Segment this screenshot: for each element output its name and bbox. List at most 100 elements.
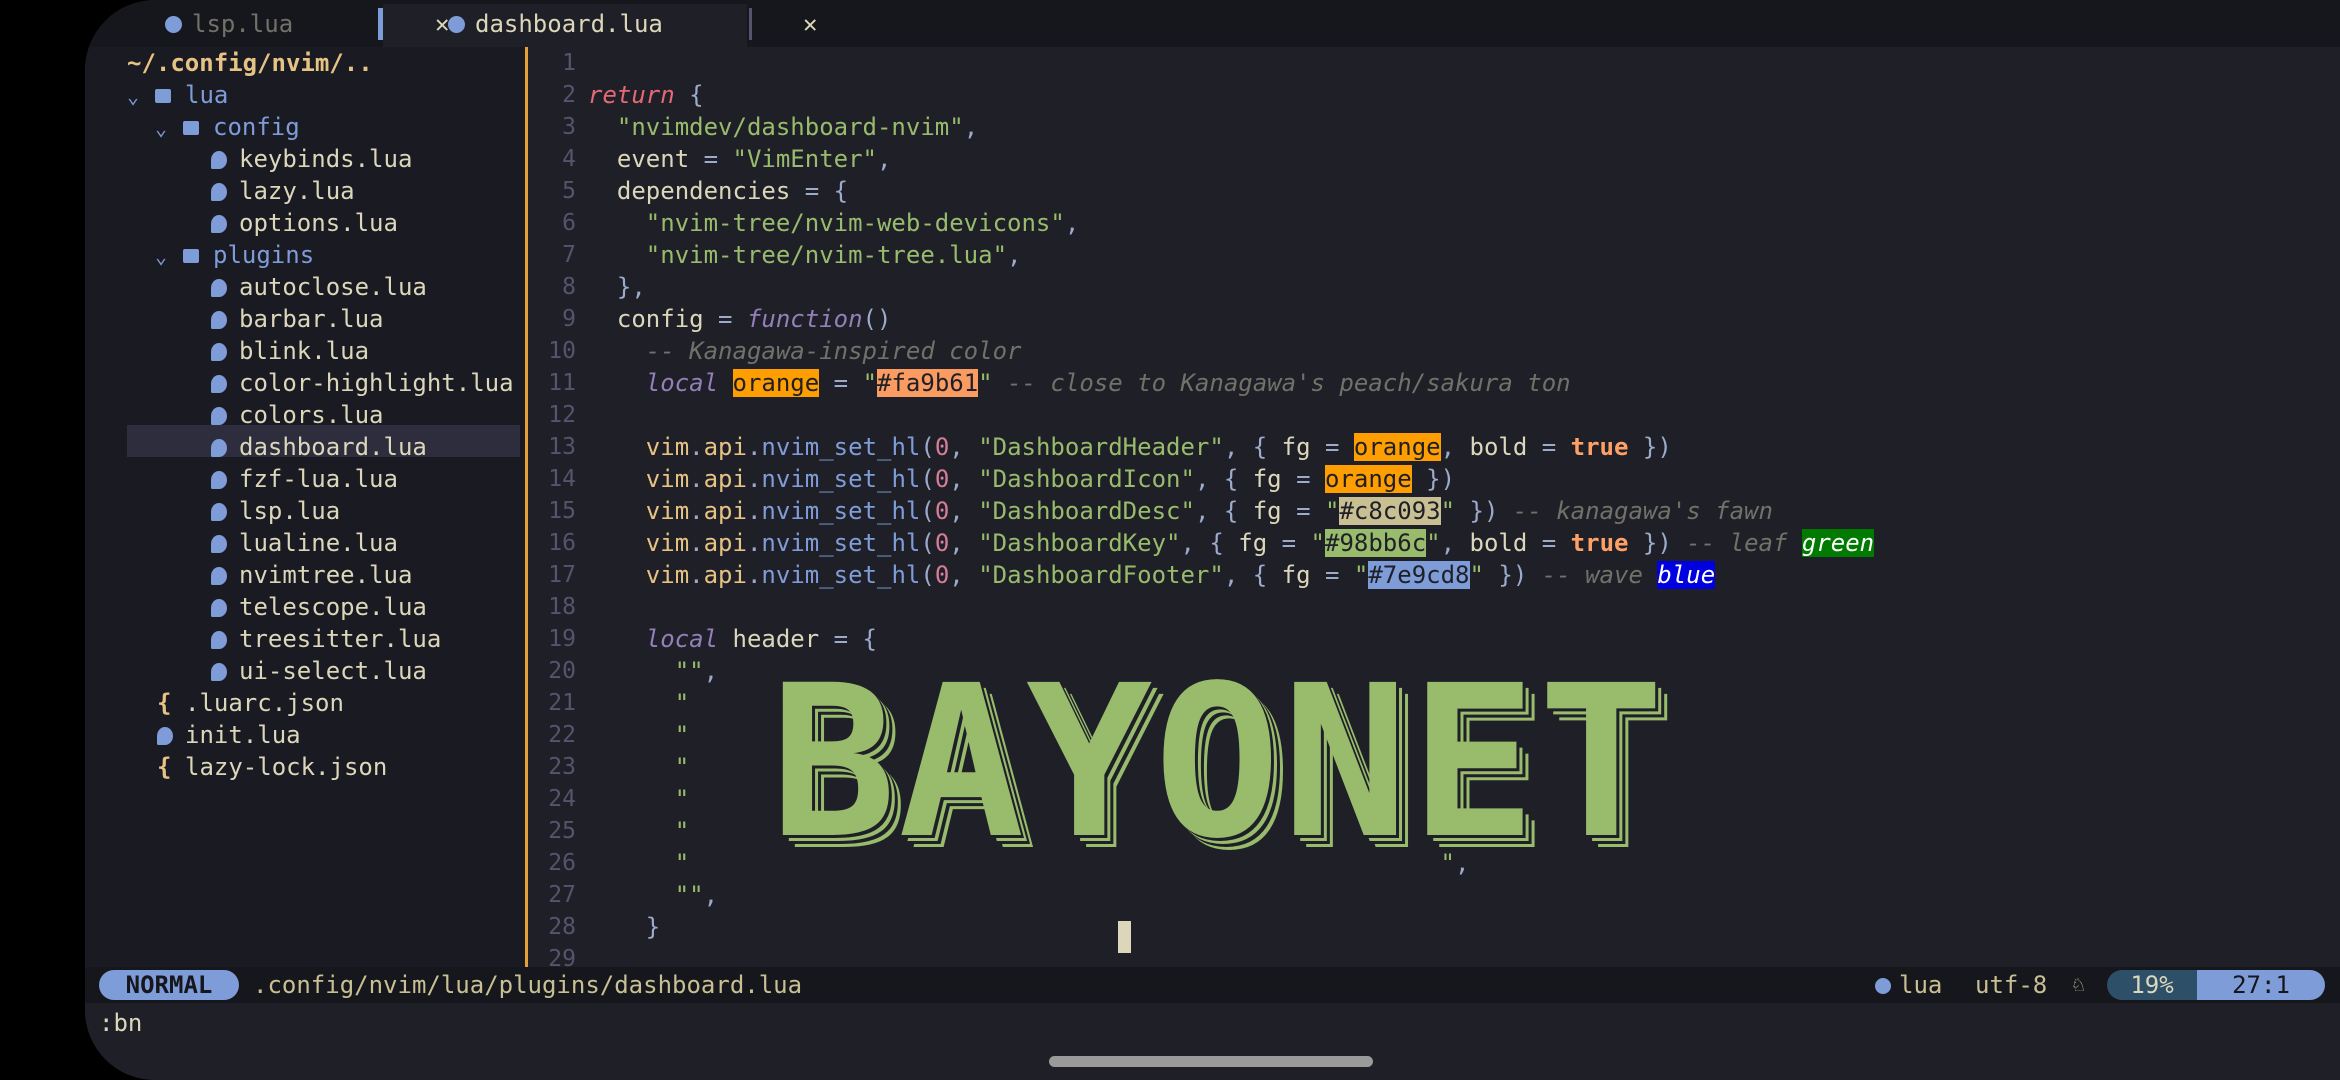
banner-letter: O bbox=[1154, 640, 1281, 885]
lua-file-icon bbox=[211, 663, 227, 681]
code-token: = bbox=[1324, 433, 1354, 461]
code-token: }) bbox=[1455, 497, 1499, 525]
line-number: 7 bbox=[562, 242, 576, 268]
lua-file-icon bbox=[211, 375, 227, 393]
lua-file-icon bbox=[211, 343, 227, 361]
buffer-tabline: lsp.lua ✕ dashboard.lua ✕ bbox=[85, 0, 2340, 47]
banner-letter: A bbox=[898, 640, 1025, 885]
lua-file-icon bbox=[1875, 978, 1891, 994]
text-cursor bbox=[1118, 921, 1131, 953]
line-number: 11 bbox=[548, 370, 576, 396]
line-number: 1 bbox=[562, 50, 576, 76]
code-token: api bbox=[703, 497, 747, 525]
tab-dashboard-lua[interactable]: dashboard.lua ✕ bbox=[448, 6, 817, 42]
home-gesture-bar[interactable] bbox=[1049, 1056, 1373, 1067]
code-line: dependencies = { bbox=[588, 175, 848, 207]
tree-item[interactable]: nvimtree.lua bbox=[211, 559, 412, 591]
code-token: = bbox=[703, 145, 733, 173]
tree-item-label: plugins bbox=[213, 241, 315, 269]
tree-item[interactable]: keybinds.lua bbox=[211, 143, 412, 175]
tree-item[interactable]: dashboard.lua bbox=[211, 431, 427, 463]
tree-item[interactable]: ⌄ lua bbox=[127, 79, 228, 111]
tree-item[interactable]: lualine.lua bbox=[211, 527, 398, 559]
tree-item[interactable]: blink.lua bbox=[211, 335, 369, 367]
tree-item[interactable]: fzf-lua.lua bbox=[211, 463, 398, 495]
tree-root-path[interactable]: ~/.config/nvim/.. bbox=[127, 47, 373, 79]
code-token: " bbox=[862, 369, 878, 397]
lua-file-icon bbox=[157, 727, 173, 745]
code-token: -- Kanagawa-inspired color bbox=[588, 337, 1022, 365]
code-token: , bbox=[949, 529, 979, 557]
code-token: , { bbox=[1180, 529, 1239, 557]
code-token: , bbox=[703, 657, 719, 685]
code-token: " bbox=[1426, 529, 1441, 557]
code-line: vim.api.nvim_set_hl(0, "DashboardKey", {… bbox=[588, 527, 1875, 559]
chevron-down-icon[interactable]: ⌄ bbox=[155, 112, 183, 144]
code-token: , { bbox=[1223, 433, 1282, 461]
tree-item-label: lualine.lua bbox=[239, 529, 398, 557]
tree-item[interactable]: {lazy-lock.json bbox=[157, 751, 387, 783]
lua-file-icon bbox=[211, 279, 227, 297]
tree-item-label: colors.lua bbox=[239, 401, 384, 429]
banner-letter: Y bbox=[1026, 640, 1153, 885]
tree-item[interactable]: telescope.lua bbox=[211, 591, 427, 623]
code-token: " bbox=[1469, 561, 1484, 589]
tree-item[interactable]: treesitter.lua bbox=[211, 623, 441, 655]
tab-separator bbox=[378, 8, 383, 40]
tree-item-label: config bbox=[213, 113, 300, 141]
phone-frame: lsp.lua ✕ dashboard.lua ✕ ~/.config/nvim… bbox=[0, 0, 2340, 1080]
code-token: = bbox=[819, 369, 863, 397]
line-number: 21 bbox=[548, 690, 576, 716]
code-token: , bbox=[703, 881, 719, 909]
code-token: fg bbox=[1238, 529, 1282, 557]
tree-item-label: telescope.lua bbox=[239, 593, 427, 621]
line-number: 4 bbox=[562, 146, 576, 172]
code-line: }, bbox=[588, 271, 646, 303]
lua-file-icon bbox=[211, 407, 227, 425]
tree-item[interactable]: ⌄ config bbox=[155, 111, 300, 143]
code-token: nvim_set_hl bbox=[761, 529, 921, 557]
code-token: -- kanagawa's fawn bbox=[1498, 497, 1773, 525]
line-number: 28 bbox=[548, 914, 576, 940]
lua-file-icon bbox=[211, 599, 227, 617]
code-line: config = function() bbox=[588, 303, 892, 335]
tree-item[interactable]: ui-select.lua bbox=[211, 655, 427, 687]
code-token: } bbox=[588, 913, 661, 941]
line-number: 24 bbox=[548, 786, 576, 812]
tree-item[interactable]: lazy.lua bbox=[211, 175, 355, 207]
tab-lsp-lua[interactable]: lsp.lua ✕ bbox=[165, 6, 449, 42]
tree-item[interactable]: options.lua bbox=[211, 207, 398, 239]
tree-item-label: dashboard.lua bbox=[239, 433, 427, 461]
code-token: blue bbox=[1657, 561, 1716, 589]
tree-item[interactable]: init.lua bbox=[157, 719, 301, 751]
command-line[interactable]: :bn bbox=[85, 1003, 2340, 1043]
chevron-down-icon[interactable]: ⌄ bbox=[127, 80, 155, 112]
line-number: 15 bbox=[548, 498, 576, 524]
code-token: . bbox=[746, 529, 762, 557]
code-token: api bbox=[703, 433, 747, 461]
filetype-label: lua bbox=[1899, 971, 1943, 999]
code-token: 0 bbox=[934, 465, 950, 493]
line-number: 19 bbox=[548, 626, 576, 652]
code-token: function bbox=[746, 305, 863, 333]
code-token: api bbox=[703, 561, 747, 589]
code-token: , bbox=[1064, 209, 1080, 237]
code-token: }) bbox=[1628, 433, 1672, 461]
tree-item[interactable]: lsp.lua bbox=[211, 495, 340, 527]
code-line: vim.api.nvim_set_hl(0, "DashboardDesc", … bbox=[588, 495, 1773, 527]
line-number: 9 bbox=[562, 306, 576, 332]
code-token: local bbox=[588, 625, 733, 653]
close-icon[interactable]: ✕ bbox=[803, 10, 817, 38]
tree-item[interactable]: {.luarc.json bbox=[157, 687, 344, 719]
code-token: #c8c093 bbox=[1339, 497, 1441, 525]
code-token: " bbox=[1440, 497, 1456, 525]
tree-item[interactable]: autoclose.lua bbox=[211, 271, 427, 303]
tree-item[interactable]: color-highlight.lua bbox=[211, 367, 514, 399]
tree-item-label: autoclose.lua bbox=[239, 273, 427, 301]
tree-item[interactable]: barbar.lua bbox=[211, 303, 384, 335]
code-token: "DashboardHeader" bbox=[978, 433, 1224, 461]
code-token: , bbox=[877, 145, 892, 173]
tree-item[interactable]: colors.lua bbox=[211, 399, 384, 431]
chevron-down-icon[interactable]: ⌄ bbox=[155, 240, 183, 272]
tree-item[interactable]: ⌄ plugins bbox=[155, 239, 314, 271]
